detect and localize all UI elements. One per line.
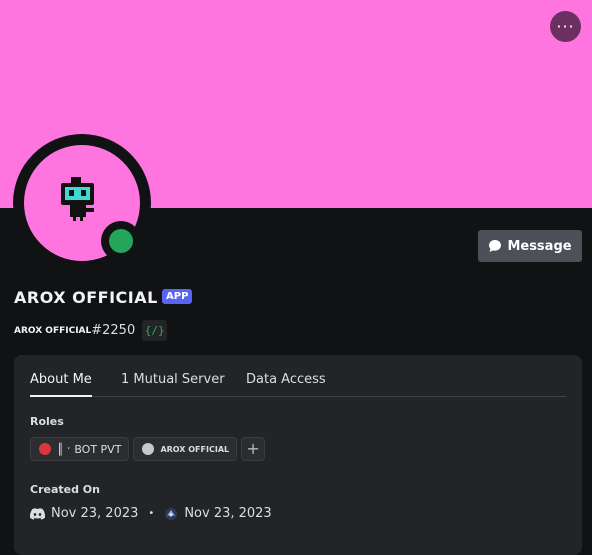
discord-logo-icon [30,507,45,520]
message-button[interactable]: Message [478,230,582,262]
robot-avatar-icon [61,177,94,221]
discord-join-date: Nov 23, 2023 [51,506,139,521]
role-chip[interactable]: AROX OFFICIAL [133,437,238,461]
profile-tabs: About Me 1 Mutual Server Data Access [30,372,566,397]
tab-about-me[interactable]: About Me [30,372,92,397]
role-color-dot [142,443,155,455]
server-icon [164,507,178,521]
created-on-heading: Created On [30,483,100,496]
roles-list: ║ ˑ BOT PVT AROX OFFICIAL + [30,437,266,461]
role-name: ║ ˑ BOT PVT [57,442,122,456]
message-button-label: Message [507,238,572,254]
online-status-indicator [109,229,133,253]
created-dates: Nov 23, 2023 • Nov 23, 2023 [30,506,272,521]
supports-commands-badge[interactable]: {/} [142,320,168,341]
display-name: AROX OFFICIAL [14,288,158,307]
discriminator: #2250 [91,323,136,338]
app-badge: APP [162,289,193,304]
username-row: AROX OFFICIAL #2250 {/} [14,320,168,341]
add-role-button[interactable]: + [241,437,266,461]
username[interactable]: AROX OFFICIAL [14,326,91,336]
more-options-button[interactable]: ··· [550,11,581,42]
date-separator: • [148,508,155,519]
chat-bubble-icon [489,240,502,252]
role-name: AROX OFFICIAL [160,444,230,454]
role-color-dot [39,443,51,455]
profile-info-card: About Me 1 Mutual Server Data Access Rol… [14,355,582,555]
role-chip[interactable]: ║ ˑ BOT PVT [30,437,130,461]
tab-data-access[interactable]: Data Access [246,372,326,387]
tab-mutual-servers[interactable]: 1 Mutual Server [121,372,225,387]
roles-heading: Roles [30,415,64,428]
server-join-date: Nov 23, 2023 [184,506,272,521]
